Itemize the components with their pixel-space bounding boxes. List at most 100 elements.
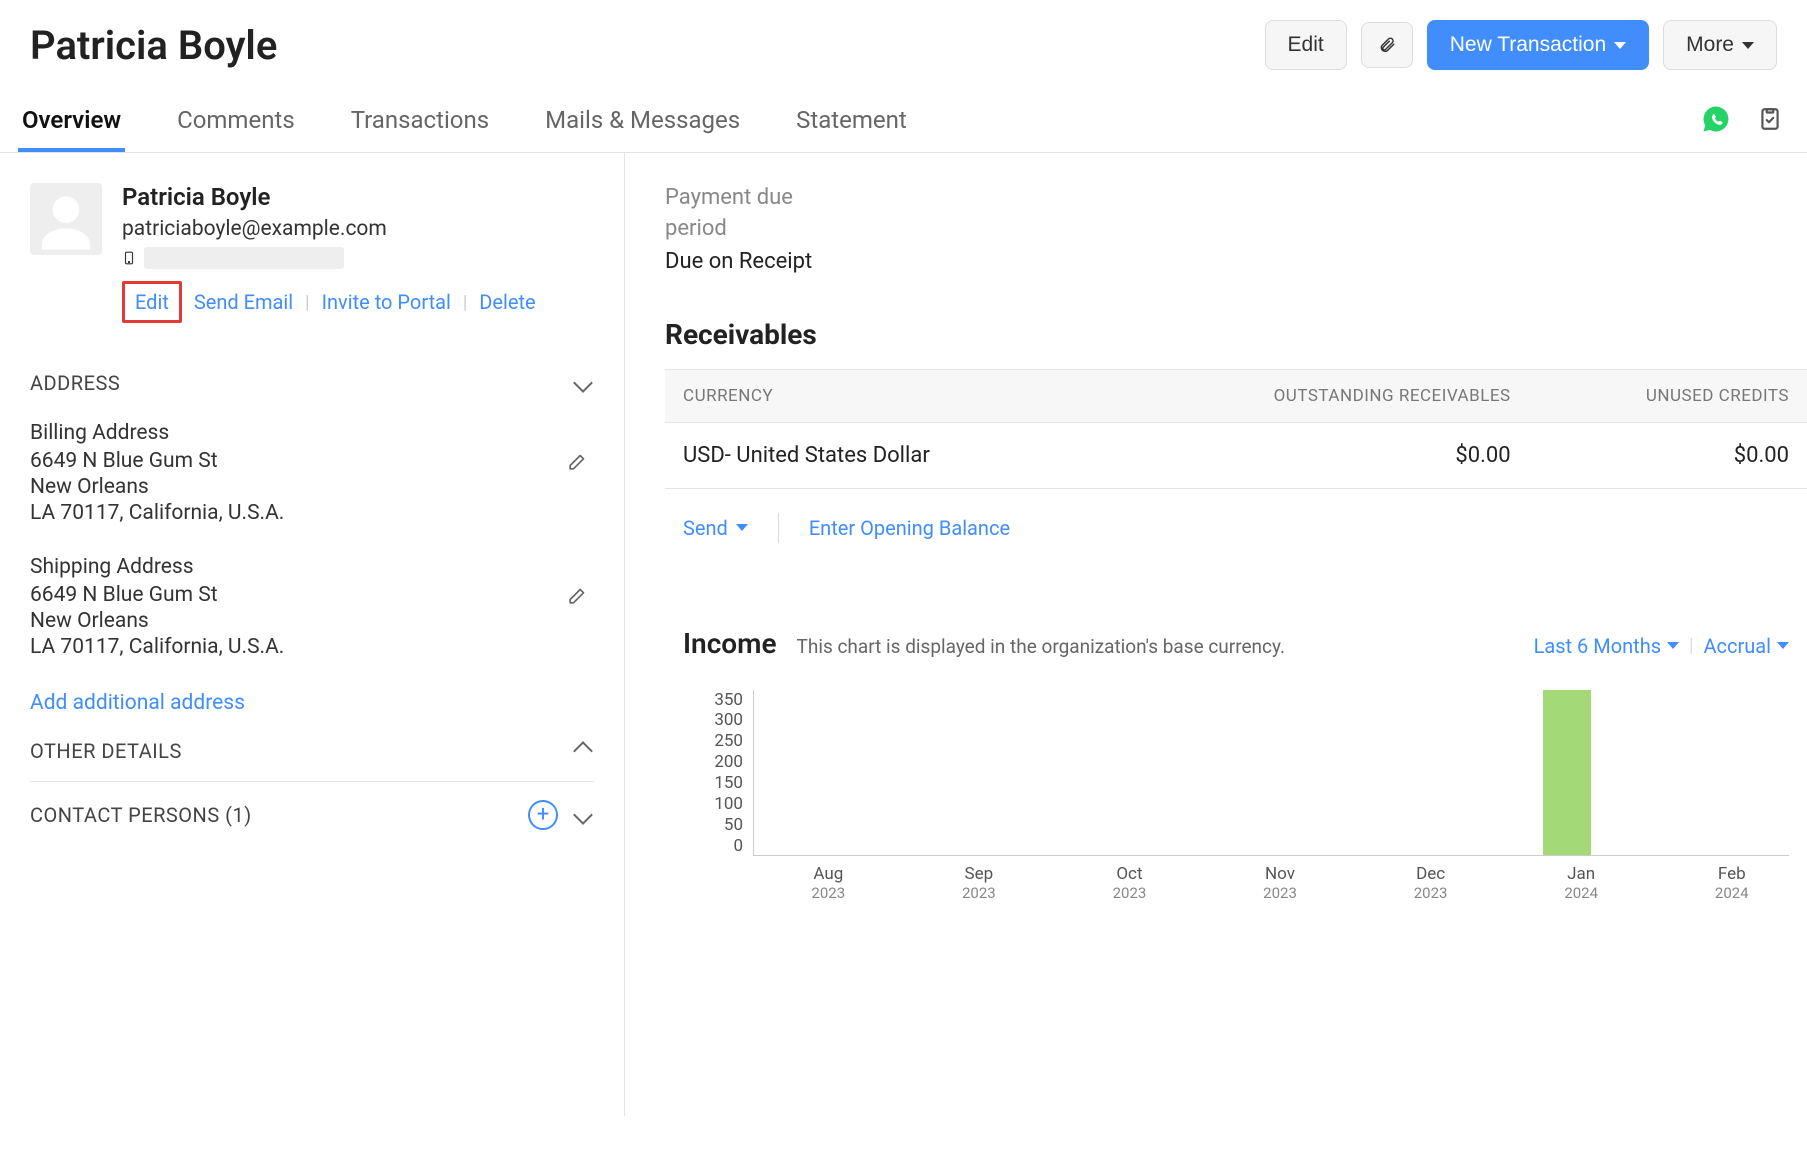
range-dropdown[interactable]: Last 6 Months [1534, 634, 1679, 658]
billing-line2: New Orleans [30, 475, 594, 499]
phone-masked [144, 247, 344, 269]
th-unused: UNUSED CREDITS [1529, 369, 1807, 422]
send-email-link[interactable]: Send Email [194, 290, 293, 314]
chevron-up-icon [573, 741, 593, 761]
enter-opening-balance-link[interactable]: Enter Opening Balance [809, 516, 1010, 540]
separator: | [1689, 635, 1693, 656]
shipping-label: Shipping Address [30, 555, 594, 579]
mobile-icon [122, 248, 136, 268]
cell-currency: USD- United States Dollar [665, 422, 1104, 488]
y-axis: 350300250200150100500 [699, 690, 753, 856]
chart-plot [753, 690, 1789, 856]
more-label: More [1686, 33, 1734, 57]
left-panel: Patricia Boyle patriciaboyle@example.com… [0, 153, 625, 1116]
x-tick: Sep2023 [904, 864, 1055, 902]
right-panel: Payment due period Due on Receipt Receiv… [625, 153, 1807, 1116]
new-transaction-button[interactable]: New Transaction [1427, 20, 1649, 70]
edit-shipping-button[interactable] [562, 583, 590, 611]
page-title: Patricia Boyle [30, 22, 277, 69]
more-button[interactable]: More [1663, 20, 1777, 70]
x-tick: Aug2023 [753, 864, 904, 902]
x-axis: Aug2023Sep2023Oct2023Nov2023Dec2023Jan20… [665, 864, 1807, 902]
attach-button[interactable] [1361, 22, 1413, 68]
other-details-title: OTHER DETAILS [30, 739, 182, 763]
chevron-down-icon [573, 373, 593, 393]
y-tick: 200 [699, 752, 743, 772]
chevron-down-icon [1667, 642, 1679, 649]
shipping-line3: LA 70117, California, U.S.A. [30, 635, 594, 659]
bar-slot [754, 690, 902, 855]
th-outstanding: OUTSTANDING RECEIVABLES [1104, 369, 1528, 422]
y-tick: 150 [699, 773, 743, 793]
basis-label: Accrual [1703, 634, 1771, 658]
edit-link[interactable]: Edit [122, 281, 182, 323]
pencil-icon [566, 453, 586, 473]
billing-line3: LA 70117, California, U.S.A. [30, 501, 594, 525]
cell-outstanding: $0.00 [1104, 422, 1528, 488]
tab-mails[interactable]: Mails & Messages [541, 90, 744, 152]
shipping-line1: 6649 N Blue Gum St [30, 583, 594, 607]
edit-billing-button[interactable] [562, 449, 590, 477]
y-tick: 50 [699, 815, 743, 835]
tab-overview[interactable]: Overview [18, 90, 125, 152]
delete-link[interactable]: Delete [479, 290, 535, 314]
contact-name: Patricia Boyle [122, 183, 536, 211]
basis-dropdown[interactable]: Accrual [1703, 634, 1789, 658]
add-address-link[interactable]: Add additional address [30, 691, 245, 715]
bar-slot [902, 690, 1050, 855]
contact-persons-header[interactable]: CONTACT PERSONS (1) + [30, 782, 594, 848]
cell-unused: $0.00 [1529, 422, 1807, 488]
x-tick: Feb2024 [1656, 864, 1807, 902]
chevron-down-icon [1614, 42, 1626, 49]
contact-persons-title: CONTACT PERSONS (1) [30, 803, 252, 827]
chevron-down-icon [1777, 642, 1789, 649]
receivables-table: CURRENCY OUTSTANDING RECEIVABLES UNUSED … [665, 369, 1807, 489]
other-details-header[interactable]: OTHER DETAILS [30, 731, 594, 782]
paperclip-icon [1378, 33, 1396, 57]
bar-slot [1641, 690, 1789, 855]
shipping-address-block: Shipping Address 6649 N Blue Gum St New … [30, 555, 594, 659]
edit-button[interactable]: Edit [1265, 20, 1347, 70]
bar [1543, 690, 1591, 855]
y-tick: 250 [699, 731, 743, 751]
invite-portal-link[interactable]: Invite to Portal [322, 290, 451, 314]
y-tick: 300 [699, 710, 743, 730]
separator [778, 513, 779, 543]
separator: | [463, 292, 467, 313]
income-title: Income [683, 627, 777, 660]
bar-slot [1198, 690, 1346, 855]
contact-email: patriciaboyle@example.com [122, 217, 536, 241]
y-tick: 100 [699, 794, 743, 814]
payment-due-label: Payment due period [665, 183, 845, 245]
tab-transactions[interactable]: Transactions [347, 90, 493, 152]
chevron-down-icon [736, 524, 748, 531]
chevron-down-icon [1742, 42, 1754, 49]
clipboard-icon[interactable] [1757, 104, 1783, 139]
address-section-title: ADDRESS [30, 371, 120, 395]
income-note: This chart is displayed in the organizat… [797, 635, 1285, 658]
add-contact-person-button[interactable]: + [528, 800, 558, 830]
tabs: Overview Comments Transactions Mails & M… [0, 90, 1807, 153]
pencil-icon [566, 587, 586, 607]
x-tick: Oct2023 [1054, 864, 1205, 902]
tab-statement[interactable]: Statement [792, 90, 911, 152]
bar-slot [1493, 690, 1641, 855]
x-tick: Jan2024 [1506, 864, 1657, 902]
billing-address-block: Billing Address 6649 N Blue Gum St New O… [30, 421, 594, 525]
x-tick: Dec2023 [1355, 864, 1506, 902]
send-dropdown[interactable]: Send [683, 516, 748, 540]
whatsapp-icon[interactable] [1701, 104, 1731, 139]
y-tick: 0 [699, 836, 743, 856]
th-currency: CURRENCY [665, 369, 1104, 422]
new-transaction-label: New Transaction [1450, 33, 1606, 57]
income-chart: 350300250200150100500 [665, 660, 1807, 856]
bar-slot [1345, 690, 1493, 855]
receivables-heading: Receivables [665, 318, 1807, 351]
avatar [30, 183, 102, 255]
tab-comments[interactable]: Comments [173, 90, 299, 152]
address-section-header[interactable]: ADDRESS [30, 363, 594, 411]
y-tick: 350 [699, 690, 743, 710]
header-actions: Edit New Transaction More [1265, 20, 1777, 70]
billing-label: Billing Address [30, 421, 594, 445]
shipping-line2: New Orleans [30, 609, 594, 633]
